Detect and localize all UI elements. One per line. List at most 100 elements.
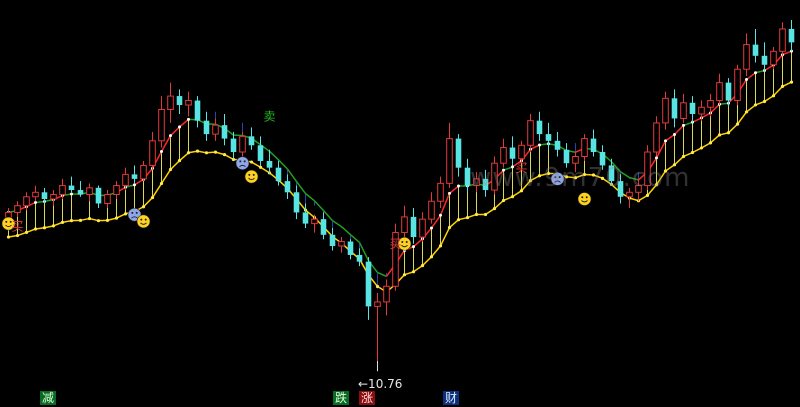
candle-body-up [59,185,66,196]
lower-band-dot [51,224,56,228]
lower-band-segment [710,134,720,144]
candle-body-up [374,301,381,307]
lower-band-dot [123,212,128,216]
lower-band-dot [717,133,722,137]
candle-body-up [500,147,507,164]
lower-band-dot [87,216,92,221]
low-price-label: ←10.76 [358,377,403,391]
mid-band-segment [305,192,315,202]
watermark-text: www.9m70.com [470,163,691,193]
candle-body-down [356,254,363,262]
mid-band-dot [70,192,73,196]
lower-band-dot [375,284,380,289]
lower-band-dot [96,219,101,223]
face-eye [144,218,147,221]
mid-band-dot [178,125,181,129]
face-eye [131,211,134,214]
candle-body-down [689,102,696,114]
lower-band-segment [439,227,451,247]
lower-band-dot [753,103,758,107]
lower-band-dot [141,205,146,209]
lower-band-dot [744,110,749,114]
candle-body-up [698,106,705,115]
candle-body-up [437,182,444,202]
candle-body-up [734,68,741,102]
happy-face-icon [136,214,151,229]
face-circle [577,192,592,206]
candle-body-up [149,140,156,166]
candle-body-down [41,192,48,199]
candle-body-up [86,187,93,196]
candle-body-up [401,216,408,234]
lower-band-dot [762,99,767,104]
candle-body-up [383,285,390,303]
mid-band-segment [350,234,360,243]
lower-band-segment [142,197,154,208]
candle-body-up [527,120,534,146]
candle-body-down [347,241,354,255]
mid-band-segment [673,124,685,136]
lower-band-dot [420,263,425,268]
happy-face-icon [577,192,592,206]
lower-band-dot [222,152,227,157]
candle-body-down [590,138,597,153]
face-eye [581,196,584,199]
mid-band-dot [745,78,748,82]
mid-band-dot [664,139,667,143]
candle-body-up [338,241,345,247]
mid-band-dot [430,226,433,230]
lower-band-segment [179,152,189,162]
mid-band-dot [754,71,757,75]
lower-band-segment [413,264,423,273]
candle-body-up [50,194,57,200]
face-circle [235,156,250,170]
mid-band-segment [295,181,307,194]
candle-body-up [743,44,750,70]
lower-band-dot [402,273,407,277]
lower-band-dot [177,159,182,163]
face-circle [244,169,259,184]
lower-band-segment [485,207,495,216]
mid-band-segment [134,178,144,186]
mid-band-segment [746,72,756,81]
lower-band-dot [195,149,200,153]
candle-body-up [716,82,723,102]
mid-band-dot [457,184,460,188]
lower-band-dot [429,255,434,259]
candle-body-up [140,164,147,180]
bottom-label: 涨 [359,391,376,405]
candle-body-up [779,28,786,52]
face-circle [136,214,151,229]
mid-band-dot [448,191,451,195]
mid-band-dot [655,156,658,160]
lower-band-dot [438,244,443,248]
candle-body-down [671,98,678,119]
mid-band-segment [179,118,189,128]
mid-band-dot [673,132,676,136]
bottom-label: 跌 [333,391,350,405]
lower-band-dot [33,227,38,231]
lower-band-segment [421,256,433,267]
candle-body-up [653,122,660,153]
mid-band-dot [34,200,37,204]
lower-band-dot [78,218,83,222]
mid-band-segment [286,168,298,182]
lower-band-dot [789,80,794,84]
mid-band-segment [413,238,423,248]
face-eye [5,220,8,223]
lower-band-dot [474,212,479,217]
lower-band-segment [746,104,756,113]
candle-body-up [113,185,120,196]
lower-band-segment [430,245,442,258]
candle-body-down [266,160,273,168]
candle-body-down [131,174,138,179]
candle-body-up [518,144,525,160]
candle-body-up [680,102,687,119]
face-eye [252,173,255,176]
lower-band-segment [493,199,505,210]
candle-body-down [365,261,372,307]
lower-band-segment [169,160,181,171]
bottom-label: 财 [443,391,460,405]
candle-body-down [194,100,201,121]
mid-band-dot [133,183,136,187]
